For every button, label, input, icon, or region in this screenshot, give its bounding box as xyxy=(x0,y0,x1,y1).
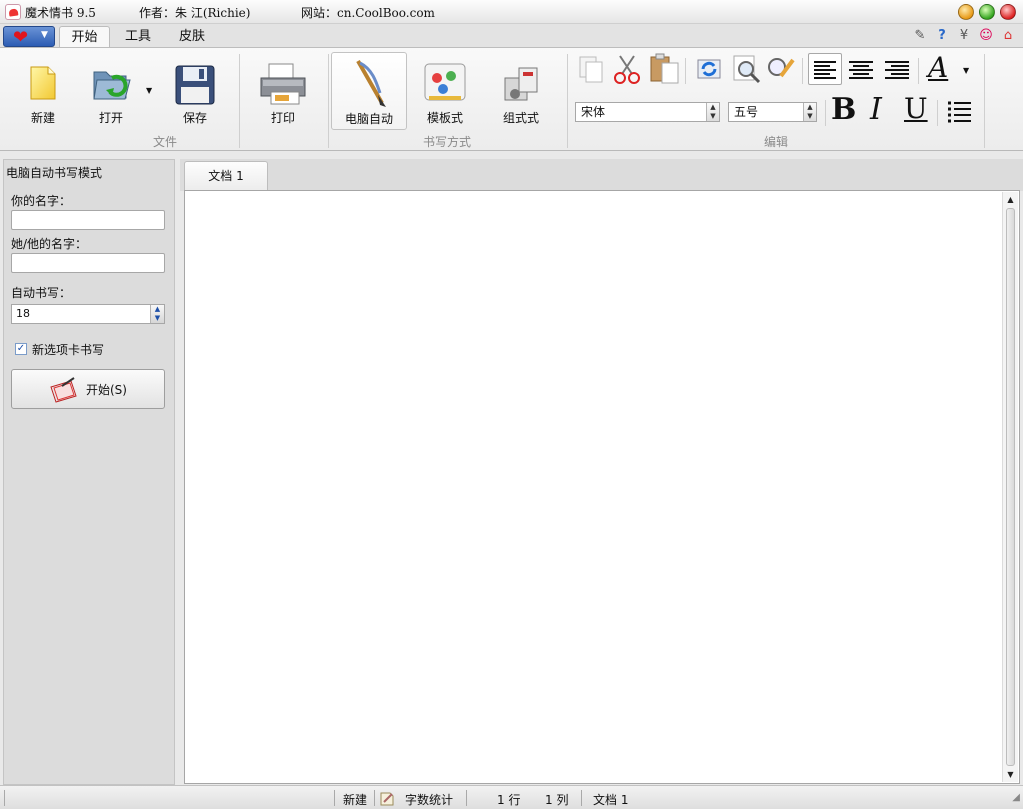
tab-start[interactable]: 开始 xyxy=(59,26,110,48)
tab-tools[interactable]: 工具 xyxy=(114,26,162,48)
copy-button[interactable] xyxy=(576,54,606,84)
app-logo-icon xyxy=(5,4,21,20)
editor-content[interactable] xyxy=(189,195,999,779)
combination-icon xyxy=(504,67,538,101)
tab-skin[interactable]: 皮肤 xyxy=(168,26,216,48)
template-icon xyxy=(424,63,466,101)
bold-button[interactable]: B xyxy=(831,92,856,127)
maximize-button[interactable] xyxy=(979,4,995,20)
font-name-select[interactable]: 宋体 ▲ ▼ xyxy=(575,102,720,122)
template-button[interactable]: 模板式 xyxy=(410,52,480,130)
heart-icon: ❤ xyxy=(13,27,29,48)
status-column: 1 列 xyxy=(545,793,569,807)
auto-write-panel: 电脑自动书写模式 你的名字： 她/他的名字： 自动书写： 18 ▲ ▼ ✓ 新选项… xyxy=(3,159,175,785)
italic-button[interactable]: I xyxy=(870,92,882,127)
scrollbar-thumb[interactable] xyxy=(1006,208,1015,766)
author-text: 作者：朱 江(Richie) xyxy=(139,6,251,20)
their-name-label: 她/他的名字： xyxy=(11,237,88,251)
scroll-down-icon[interactable]: ▼ xyxy=(1003,767,1018,782)
search-edit-icon xyxy=(768,58,795,78)
chevron-down-icon: ▼ xyxy=(963,66,970,75)
status-line: 1 行 xyxy=(497,793,521,807)
home-icon[interactable]: ⌂ xyxy=(1000,28,1016,44)
copy-icon xyxy=(579,56,603,83)
new-document-icon xyxy=(30,66,56,100)
mascot-icon[interactable]: ☺ xyxy=(978,28,994,44)
computer-auto-button[interactable]: 电脑自动 xyxy=(331,52,407,130)
word-count-icon xyxy=(380,792,394,806)
group-label-edit: 编辑 xyxy=(763,135,788,149)
vertical-scrollbar[interactable]: ▲ ▼ xyxy=(1002,192,1018,782)
quill-pen-icon xyxy=(356,60,386,107)
group-label-file: 文件 xyxy=(152,135,177,149)
find-replace-button[interactable] xyxy=(765,54,795,84)
find-button[interactable] xyxy=(731,54,761,84)
save-button[interactable]: 保存 xyxy=(160,52,230,130)
align-center-icon xyxy=(849,61,873,79)
open-button[interactable]: 打开 xyxy=(76,52,146,130)
app-title: 魔术情书 9.5 xyxy=(25,6,96,20)
ribbon: 新建 打开 ▼ 保存 打印 文件 电脑自动 模板式 组式式 书写方式 A ▼ 宋… xyxy=(0,47,1023,151)
open-folder-icon xyxy=(93,71,131,100)
spin-arrows-icon[interactable]: ▲ ▼ xyxy=(706,103,719,121)
help-icon[interactable]: ? xyxy=(934,28,950,44)
status-document: 文档 1 xyxy=(593,793,629,807)
scissors-icon xyxy=(614,55,640,84)
auto-write-label: 自动书写： xyxy=(11,286,72,300)
align-right-icon xyxy=(885,61,909,79)
auto-write-stepper[interactable]: 18 ▲ ▼ xyxy=(11,304,165,324)
paste-icon xyxy=(650,53,679,84)
new-button[interactable]: 新建 xyxy=(8,52,78,130)
print-button[interactable]: 打印 xyxy=(248,52,318,130)
bullet-list-icon xyxy=(948,101,971,123)
magnifier-icon xyxy=(733,55,761,84)
paste-button[interactable] xyxy=(648,52,679,84)
replace-button[interactable] xyxy=(694,54,724,84)
font-size-select[interactable]: 五号 ▲ ▼ xyxy=(728,102,817,122)
panel-title: 电脑自动书写模式 xyxy=(6,166,103,180)
align-left-icon xyxy=(814,61,836,79)
wand-icon[interactable]: ✎ xyxy=(912,28,928,44)
website-text: 网站：cn.CoolBoo.com xyxy=(301,6,435,20)
group-label-writing-mode: 书写方式 xyxy=(422,135,471,149)
ribbon-tab-row: ❤ ▼ 开始 工具 皮肤 xyxy=(0,24,1023,48)
your-name-label: 你的名字： xyxy=(11,194,72,208)
app-menu-button[interactable]: ❤ ▼ xyxy=(3,26,55,47)
status-word-count[interactable]: 字数统计 xyxy=(405,791,453,808)
document-editor[interactable]: ▲ ▼ xyxy=(184,190,1020,784)
align-right-button[interactable] xyxy=(882,54,912,84)
font-color-button[interactable]: A ▼ xyxy=(924,51,969,88)
open-dropdown-arrow-icon[interactable]: ▼ xyxy=(146,86,152,95)
new-tab-checkbox-label: 新选项卡书写 xyxy=(32,343,105,357)
floppy-disk-icon xyxy=(175,65,215,105)
title-bar: 魔术情书 9.5 作者：朱 江(Richie) 网站：cn.CoolBoo.co… xyxy=(0,0,1023,24)
refresh-icon xyxy=(697,59,721,79)
your-name-input[interactable] xyxy=(11,210,165,230)
bullet-list-button[interactable] xyxy=(944,96,974,126)
spin-arrows-icon[interactable]: ▲ ▼ xyxy=(803,103,816,121)
combination-button[interactable]: 组式式 xyxy=(486,52,556,130)
start-button[interactable]: 开始(S) xyxy=(11,369,165,409)
spin-arrows-icon[interactable]: ▲ ▼ xyxy=(150,305,164,323)
status-new[interactable]: 新建 xyxy=(343,791,367,808)
status-bar: 新建 字数统计 1 行 1 列 文档 1 ◢ xyxy=(0,785,1023,809)
tablet-pen-icon xyxy=(50,377,77,403)
their-name-input[interactable] xyxy=(11,253,165,273)
document-tabs: 文档 1 xyxy=(180,159,1023,191)
underline-button[interactable]: U xyxy=(904,92,928,125)
scroll-up-icon[interactable]: ▲ xyxy=(1003,192,1018,207)
donate-icon[interactable]: ¥ xyxy=(956,28,972,44)
align-center-button[interactable] xyxy=(846,54,876,84)
resize-grip-icon[interactable]: ◢ xyxy=(1012,792,1020,803)
chevron-down-icon: ▼ xyxy=(41,30,48,40)
font-color-icon: A xyxy=(928,51,949,84)
align-left-button[interactable] xyxy=(808,53,842,85)
new-tab-checkbox[interactable]: ✓ xyxy=(15,343,27,355)
close-button[interactable] xyxy=(1000,4,1016,20)
minimize-button[interactable] xyxy=(958,4,974,20)
printer-icon xyxy=(260,63,306,105)
cut-button[interactable] xyxy=(612,54,642,84)
document-tab[interactable]: 文档 1 xyxy=(184,161,268,191)
